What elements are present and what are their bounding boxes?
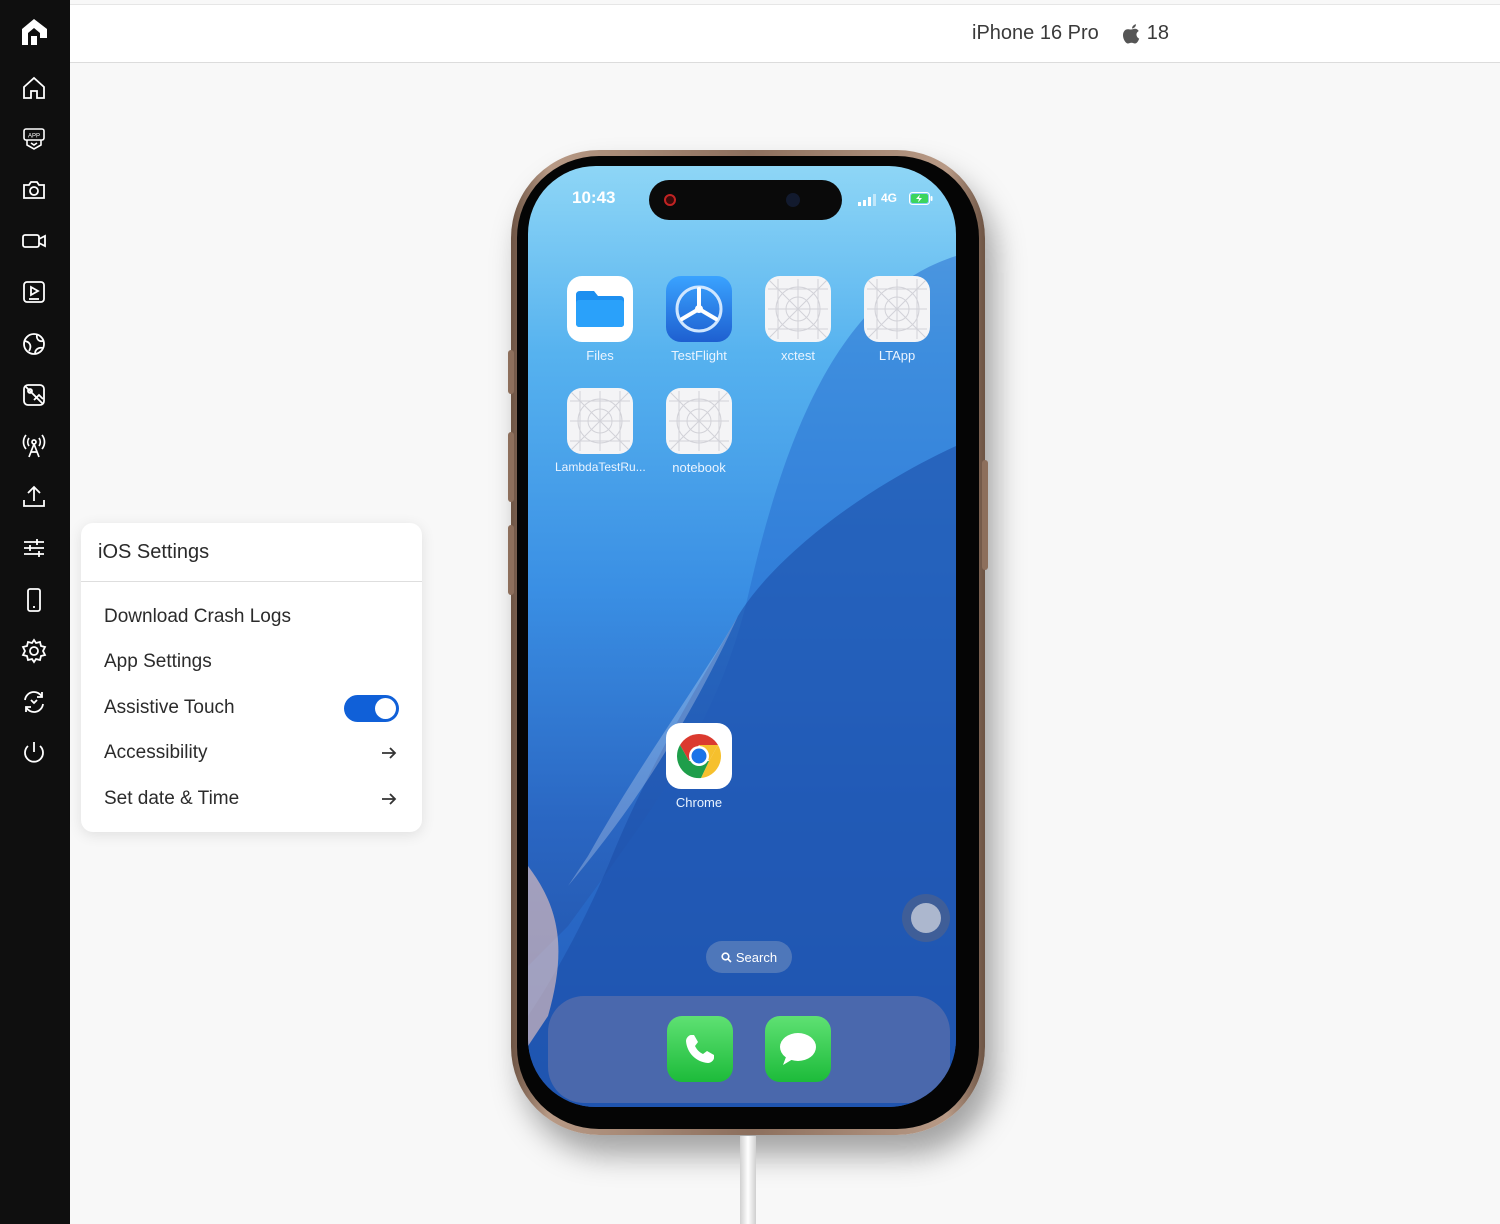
placeholder-grid-icon [765, 276, 831, 342]
camera-icon[interactable] [14, 170, 54, 210]
assistive-touch-dot [911, 903, 941, 933]
app-label: Chrome [675, 795, 723, 810]
assistive-touch-button[interactable] [902, 894, 950, 942]
item-label: Accessibility [104, 742, 208, 763]
camera-lens-icon [786, 193, 800, 207]
power-side-button [982, 460, 988, 570]
privacy-dot-icon [948, 198, 952, 202]
chrome-app-icon[interactable]: Chrome [654, 723, 744, 810]
antenna-icon[interactable] [14, 426, 54, 466]
files-app-icon[interactable]: Files [555, 276, 645, 363]
messages-app-icon[interactable] [765, 1016, 831, 1082]
phone-app-icon[interactable] [667, 1016, 733, 1082]
top-bar: iPhone 16 Pro 18 [70, 4, 1500, 63]
notebook-app-icon[interactable]: notebook [654, 388, 744, 475]
files-icon [567, 276, 633, 342]
settings-icon[interactable] [14, 631, 54, 671]
lambdatest-runner-app-icon[interactable]: LambdaTestRu... [555, 388, 645, 474]
signal-icon [858, 193, 876, 211]
app-label: Files [586, 348, 614, 363]
charging-cable [740, 1136, 756, 1224]
assistive-touch-toggle[interactable] [344, 694, 399, 722]
item-label: Set date & Time [104, 788, 240, 809]
item-label: Assistive Touch [104, 697, 235, 718]
app-label: LambdaTestRu... [555, 460, 645, 474]
dock [548, 996, 950, 1103]
chrome-icon [666, 723, 732, 789]
volume-up-button [508, 432, 514, 502]
assistive-touch-item: Assistive Touch [104, 688, 399, 728]
sidebar: APP [0, 0, 70, 1224]
arrow-right-icon [382, 793, 397, 805]
search-icon [721, 951, 732, 963]
phone-icon[interactable] [14, 580, 54, 620]
home-icon[interactable] [14, 68, 54, 108]
power-icon[interactable] [14, 733, 54, 773]
dynamic-island [649, 180, 842, 220]
placeholder-grid-icon [567, 388, 633, 454]
video-icon[interactable] [14, 221, 54, 261]
app-label: notebook [672, 460, 726, 475]
app-label: LTApp [878, 348, 916, 363]
os-version: 18 [1146, 22, 1170, 44]
upload-icon[interactable] [14, 476, 54, 516]
rotate-icon[interactable] [14, 682, 54, 722]
record-indicator-icon [664, 194, 676, 206]
device-info: iPhone 16 Pro 18 [972, 5, 1169, 62]
svg-text:APP: APP [28, 134, 40, 140]
volume-down-button [508, 525, 514, 595]
item-label: App Settings [104, 651, 212, 672]
placeholder-grid-icon [864, 276, 930, 342]
ltapp-app-icon[interactable]: LTApp [852, 276, 942, 363]
sliders-icon[interactable] [14, 528, 54, 568]
device-screen[interactable]: 10:43 4G Files TestFlight xctest LTApp L… [528, 166, 956, 1107]
ios-settings-panel: iOS Settings Download Crash Logs App Set… [81, 523, 422, 832]
download-crash-logs-item[interactable]: Download Crash Logs [104, 597, 399, 637]
testflight-icon [666, 276, 732, 342]
toggle-knob [375, 697, 396, 719]
battery-charging-icon [909, 192, 933, 210]
image-off-icon[interactable] [14, 375, 54, 415]
testflight-app-icon[interactable]: TestFlight [654, 276, 744, 363]
action-button [508, 350, 514, 394]
xctest-app-icon[interactable]: xctest [753, 276, 843, 363]
arrow-right-icon [382, 747, 397, 759]
network-type: 4G [881, 191, 898, 205]
app-label: TestFlight [671, 348, 727, 363]
item-label: Download Crash Logs [104, 606, 291, 627]
set-date-time-item[interactable]: Set date & Time [104, 779, 399, 819]
search-label: Search [735, 949, 778, 965]
status-time: 10:43 [572, 188, 616, 207]
apple-icon [1122, 23, 1139, 43]
app-label: xctest [781, 348, 815, 363]
device-frame: 10:43 4G Files TestFlight xctest LTApp L… [508, 150, 988, 1135]
spotlight-search-button[interactable]: Search [706, 941, 792, 973]
accessibility-item[interactable]: Accessibility [104, 733, 399, 773]
device-name: iPhone 16 Pro [972, 22, 1099, 44]
app-icon[interactable]: APP [14, 119, 54, 159]
panel-title: iOS Settings [81, 523, 422, 582]
play-screen-icon[interactable] [14, 272, 54, 312]
globe-icon[interactable] [14, 324, 54, 364]
lambdatest-logo-icon [17, 16, 51, 50]
placeholder-grid-icon [666, 388, 732, 454]
app-settings-item[interactable]: App Settings [104, 642, 399, 682]
